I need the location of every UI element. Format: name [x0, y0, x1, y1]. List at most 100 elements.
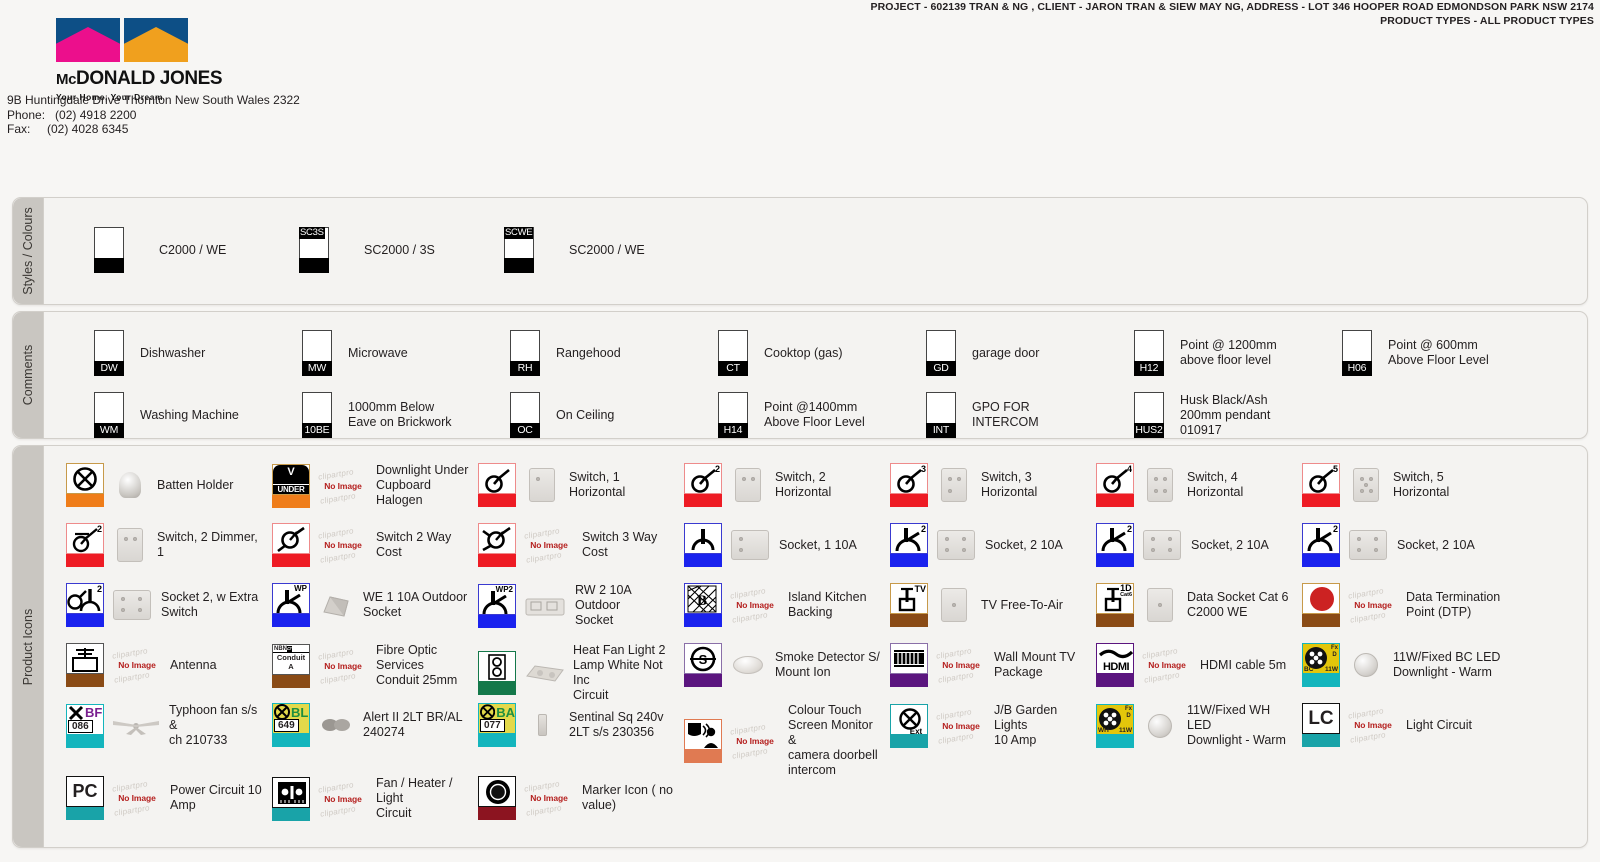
symbol-frame	[66, 643, 104, 674]
product-icon-item[interactable]: clipartpro clipartpro No Image Marker Icon …	[478, 776, 678, 820]
product-icon-item[interactable]: Socket, 1 10A	[684, 523, 884, 567]
product-icon-label: Switch, 2 Dimmer, 1	[157, 530, 258, 559]
product-symbol-icon: BA 077	[478, 703, 516, 747]
clipart-watermark: clipartpro	[525, 550, 563, 565]
comment-code: RH	[510, 361, 540, 376]
product-icon-item[interactable]: WP WE 1 10A Outdoor Socket	[272, 583, 472, 627]
product-icon-item[interactable]: TV TV Free-To-Air	[890, 583, 1090, 627]
product-symbol-icon: 2	[890, 523, 928, 567]
product-symbol-icon: S	[684, 643, 722, 687]
product-symbol-icon	[66, 643, 104, 687]
styles-colours-panel: Styles / Colours C2000 / WE SC3S SC2000 / …	[12, 197, 1588, 305]
comment-code: INT	[926, 423, 956, 438]
product-icon-item[interactable]: Heat Fan Light 2 Lamp White Not Inc Circ…	[478, 643, 678, 703]
comment-item[interactable]: WM Washing Machine	[94, 392, 239, 438]
product-icon-item[interactable]: 2 Switch, 2 Dimmer, 1	[66, 523, 266, 567]
clipart-watermark: clipartpro	[729, 721, 767, 737]
product-icon-item[interactable]: clipartpro clipartpro No Image Colour Touch…	[684, 703, 884, 778]
product-icon-item[interactable]: Switch, 1 Horizontal	[478, 463, 678, 507]
comment-item[interactable]: INT GPO FOR INTERCOM	[926, 392, 1039, 438]
product-icon-item[interactable]: clipartpro clipartpro No Image Fan / Heater…	[272, 776, 472, 821]
comment-item[interactable]: H12 Point @ 1200mm above floor level	[1134, 330, 1277, 376]
product-photo	[934, 588, 974, 622]
product-symbol-icon: PC	[66, 776, 104, 820]
logo-house-pink-icon	[56, 18, 120, 62]
comment-item[interactable]: H14 Point @1400mm Above Floor Level	[718, 392, 865, 438]
product-icon-item[interactable]: clipartpro clipartpro No Image Switch 2 Way…	[272, 523, 472, 567]
product-icon-item[interactable]: clipartpro clipartpro No Image Data Termina…	[1302, 583, 1502, 627]
address-line: 9B Huntingdale Drive Thornton New South …	[7, 93, 300, 107]
product-icon-label: Island Kitchen Backing	[788, 590, 867, 619]
product-symbol-icon: WP2	[478, 583, 516, 628]
product-icon-item[interactable]: 2 Socket, 2 10A	[1096, 523, 1296, 567]
comment-item[interactable]: DW Dishwasher	[94, 330, 205, 376]
product-icon-item[interactable]: Fx D BC 11W 11W/Fixed BC LED Downlight - War…	[1302, 643, 1502, 687]
comment-item[interactable]: RH Rangehood	[510, 330, 621, 376]
product-icon-item[interactable]: V UNDER clipartpro clipartpro No Image Downli…	[272, 463, 472, 508]
style-swatch-bottom	[504, 258, 534, 273]
symbol-colour-bar	[272, 674, 310, 688]
product-icon-item[interactable]: WP2 RW 2 10A Outdoor Socket	[478, 583, 678, 628]
product-icon-item[interactable]: BF 086 Typhoon fan s/s & ch 210733	[66, 703, 266, 748]
product-symbol-icon: HDMI	[1096, 643, 1134, 687]
product-symbol-icon	[478, 776, 516, 820]
comment-item[interactable]: GD garage door	[926, 330, 1039, 376]
product-icon-label: Sentinal Sq 240v 2LT s/s 230356	[569, 710, 664, 739]
product-icon-item[interactable]: 4 Switch, 4 Horizontal	[1096, 463, 1296, 507]
product-icon-item[interactable]: clipartpro clipartpro No Image Wall Mount T…	[890, 643, 1090, 687]
product-icon-item[interactable]: HDMI clipartpro clipartpro No Image HDMI cab…	[1096, 643, 1296, 687]
comment-item[interactable]: HUS2 Husk Black/Ash 200mm pendant 010917	[1134, 392, 1270, 438]
product-photo	[522, 708, 562, 742]
product-icon-item[interactable]: S Smoke Detector S/ Mount Ion	[684, 643, 884, 687]
product-symbol-icon: LC	[1302, 703, 1340, 747]
product-icon-item[interactable]: 3 Switch, 3 Horizontal	[890, 463, 1090, 507]
comment-code-icon: H12	[1134, 330, 1164, 376]
styles-colours-tab[interactable]: Styles / Colours	[13, 198, 44, 304]
product-icon-item[interactable]: PC clipartpro clipartpro No Image Power Circ…	[66, 776, 266, 820]
product-icon-item[interactable]: Bclipartpro clipartpro No Image Island Kitc…	[684, 583, 884, 627]
product-icon-item[interactable]: 1D Cat6 Data Socket Cat 6 C2000 WE	[1096, 583, 1296, 627]
style-swatch-code: SC3S	[299, 227, 325, 239]
comment-item[interactable]: CT Cooktop (gas)	[718, 330, 843, 376]
symbol-colour-bar	[1096, 614, 1134, 627]
product-icon-item[interactable]: 2 Socket, 2 10A	[890, 523, 1090, 567]
clipart-watermark: clipartpro	[523, 526, 561, 541]
style-item[interactable]: SCWE SC2000 / WE	[504, 227, 645, 273]
product-icon-label: Colour Touch Screen Monitor & camera doo…	[788, 703, 878, 777]
product-icon-item[interactable]: 2 Socket 2, w Extra Switch	[66, 583, 266, 627]
product-icons-body: Batten Holder V UNDER clipartpro clipartpro N…	[44, 446, 1587, 847]
comment-item-label: Point @ 1200mm above floor level	[1180, 338, 1277, 367]
style-item[interactable]: C2000 / WE	[94, 227, 226, 273]
product-icon-item[interactable]: 5 Switch, 5 Horizontal	[1302, 463, 1502, 507]
symbol-frame	[478, 463, 516, 494]
product-icons-title: Product Icons	[21, 608, 35, 685]
comment-item-label: Dishwasher	[140, 345, 206, 360]
comment-item[interactable]: H06 Point @ 600mm Above Floor Level	[1342, 330, 1489, 376]
product-icon-label: Switch, 2 Horizontal	[775, 470, 832, 499]
comments-tab[interactable]: Comments	[13, 312, 44, 438]
symbol-frame: B	[684, 583, 722, 614]
product-icon-item[interactable]: 2 Switch, 2 Horizontal	[684, 463, 884, 507]
symbol-frame: WP2	[478, 583, 516, 615]
product-icon-item[interactable]: LC clipartpro clipartpro No Image Light Circ…	[1302, 703, 1502, 747]
product-icon-item[interactable]: clipartpro clipartpro No Image Switch 3 Way…	[478, 523, 678, 567]
symbol-colour-bar	[890, 554, 928, 567]
style-item[interactable]: SC3S SC2000 / 3S	[299, 227, 435, 273]
product-icon-item[interactable]: clipartpro clipartpro No Image Antenna	[66, 643, 266, 687]
comment-item[interactable]: MW Microwave	[302, 330, 408, 376]
clipart-watermark: clipartpro	[1349, 730, 1387, 745]
product-icon-item[interactable]: BA 077 Sentinal Sq 240v 2LT s/s 230356	[478, 703, 678, 747]
product-icon-item[interactable]: 2 Socket, 2 10A	[1302, 523, 1502, 567]
symbol-colour-bar	[1302, 734, 1340, 747]
comment-item[interactable]: 10BE 1000mm Below Eave on Brickwork	[302, 392, 452, 438]
product-icon-item[interactable]: Ext clipartpro clipartpro No Image J/B Garde…	[890, 703, 1090, 748]
comment-item[interactable]: OC On Ceiling	[510, 392, 614, 438]
product-icon-item[interactable]: Fx D WH 11W 11W/Fixed WH LED Downlight - War…	[1096, 703, 1296, 748]
comment-code-icon: WM	[94, 392, 124, 438]
product-icon-item[interactable]: NBN⏥ Conduit Aclipartpro clipartpro No Image…	[272, 643, 472, 688]
product-icon-item[interactable]: BL 649 Alert II 2LT BR/AL 240274	[272, 703, 472, 747]
product-icon-item[interactable]: Batten Holder	[66, 463, 266, 507]
wall-plate-icon	[529, 468, 555, 502]
product-photo	[522, 656, 566, 690]
product-icons-tab[interactable]: Product Icons	[13, 446, 44, 847]
